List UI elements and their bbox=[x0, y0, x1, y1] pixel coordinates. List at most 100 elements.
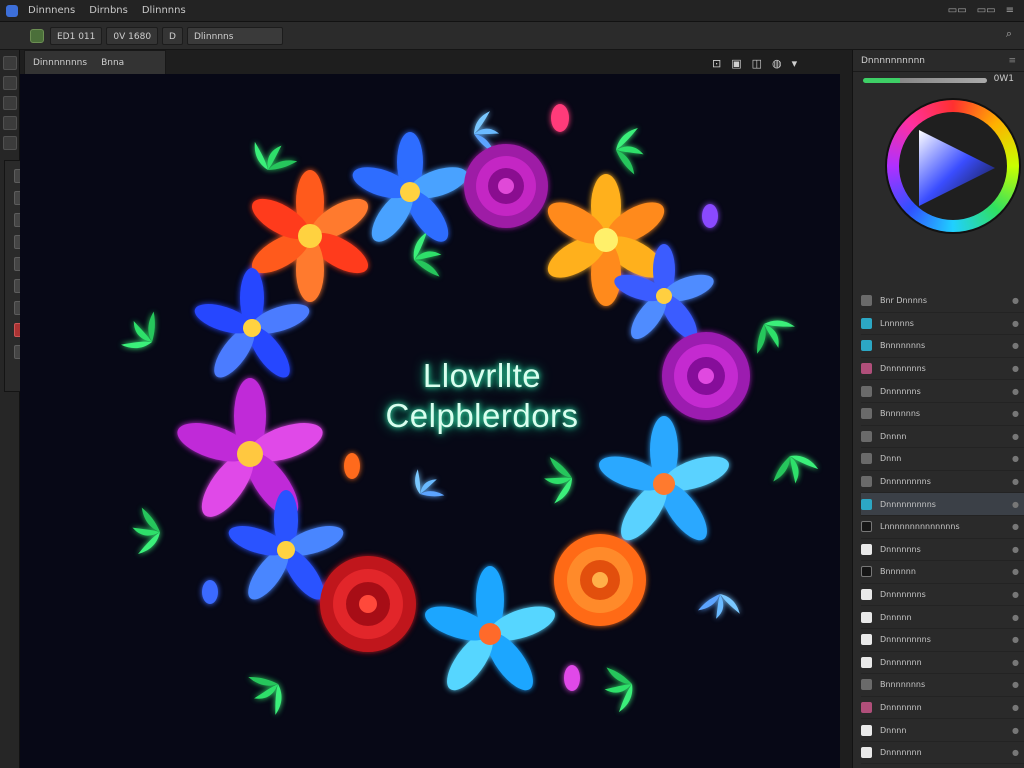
window-control-2[interactable]: ▭▭ bbox=[977, 5, 996, 16]
layer-name: Dnnnn bbox=[880, 725, 907, 735]
current-tool-icon[interactable] bbox=[30, 28, 44, 43]
crop-tool-icon[interactable] bbox=[3, 116, 17, 130]
visibility-eye-icon[interactable]: ● bbox=[1012, 545, 1019, 554]
visibility-eye-icon[interactable]: ● bbox=[1012, 387, 1019, 396]
visibility-eye-icon[interactable]: ● bbox=[1012, 409, 1019, 418]
layer-row[interactable]: Bnnnnnn ● bbox=[861, 561, 1024, 584]
visibility-eye-icon[interactable]: ● bbox=[1012, 726, 1019, 735]
layer-row[interactable]: Bnnnnnnns ● bbox=[861, 674, 1024, 697]
color-wheel[interactable] bbox=[887, 100, 1019, 232]
visibility-eye-icon[interactable]: ● bbox=[1012, 522, 1019, 531]
visibility-eye-icon[interactable]: ● bbox=[1012, 454, 1019, 463]
layer-name: Bnnnnnnns bbox=[880, 341, 926, 351]
rose-orange-bottom bbox=[554, 534, 646, 626]
app-logo-icon[interactable] bbox=[6, 4, 18, 17]
opacity-value[interactable]: 0W1 bbox=[994, 74, 1014, 84]
layer-row[interactable]: Bnr Dnnnns ● bbox=[861, 290, 1024, 313]
visibility-eye-icon[interactable]: ● bbox=[1012, 319, 1019, 328]
window-control-1[interactable]: ▭▭ bbox=[948, 5, 967, 16]
layer-row[interactable]: Bnnnnnnns ● bbox=[861, 335, 1024, 358]
option-dropdown[interactable]: Dlinnnns bbox=[186, 26, 283, 45]
layer-row[interactable]: Dnnnnnns ● bbox=[861, 380, 1024, 403]
artwork-canvas[interactable]: Llovrllte Celpblerdors bbox=[20, 74, 840, 768]
layer-thumbnail bbox=[861, 453, 872, 465]
artwork-title-line-1: Llovrllte bbox=[422, 357, 542, 394]
document-tab[interactable]: Dinnnnnnns Bnna bbox=[24, 50, 166, 74]
layer-row[interactable]: Dnnnnnnn ● bbox=[861, 652, 1024, 675]
panel-header: Dnnnnnnnnnn ≡ bbox=[853, 50, 1024, 72]
lasso-tool-icon[interactable] bbox=[3, 96, 17, 110]
menu-item-1[interactable]: Dinnnens bbox=[28, 5, 75, 16]
layer-thumbnail bbox=[861, 408, 872, 420]
options-bar: ED1 011 0V 1680 D Dlinnnns ⌕ bbox=[0, 22, 1024, 50]
layer-row[interactable]: Dnnnnnns ● bbox=[861, 539, 1024, 562]
visibility-eye-icon[interactable]: ● bbox=[1012, 658, 1019, 667]
visibility-eye-icon[interactable]: ● bbox=[1012, 364, 1019, 373]
layer-thumbnail bbox=[861, 701, 872, 713]
visibility-eye-icon[interactable]: ● bbox=[1012, 296, 1019, 305]
layer-row[interactable]: Lnnnnnnnnnnnnnns ● bbox=[861, 516, 1024, 539]
globe-icon[interactable]: ◍ bbox=[772, 57, 782, 70]
layer-name: Bnnnnnns bbox=[880, 409, 921, 419]
option-field-2[interactable]: 0V 1680 bbox=[106, 26, 159, 45]
layer-thumbnail bbox=[861, 317, 872, 329]
document-tab-size: Bnna bbox=[101, 57, 125, 68]
layer-row[interactable]: Dnnn ● bbox=[861, 448, 1024, 471]
layer-name: Dnnn bbox=[880, 454, 902, 464]
layer-row[interactable]: Dnnnn ● bbox=[861, 719, 1024, 742]
layer-thumbnail bbox=[861, 589, 872, 601]
layer-name: Dnnnnn bbox=[880, 612, 912, 622]
layer-row[interactable]: Dnnnn ● bbox=[861, 426, 1024, 449]
layer-row[interactable]: Dnnnnnnnnns ● bbox=[861, 493, 1024, 516]
eyedropper-tool-icon[interactable] bbox=[3, 136, 17, 150]
layer-row[interactable]: Dnnnnn ● bbox=[861, 606, 1024, 629]
layer-row[interactable]: Dnnnnnnn ● bbox=[861, 697, 1024, 720]
layer-name: Dnnnnnnnns bbox=[880, 477, 931, 487]
select-tool-icon[interactable] bbox=[3, 76, 17, 90]
visibility-eye-icon[interactable]: ● bbox=[1012, 341, 1019, 350]
fit-icon[interactable]: ⊡ bbox=[712, 57, 721, 70]
visibility-eye-icon[interactable]: ● bbox=[1012, 432, 1019, 441]
panel-menu-icon[interactable]: ≡ bbox=[1008, 56, 1016, 66]
search-icon[interactable]: ⌕ bbox=[1006, 27, 1012, 41]
layer-row[interactable]: Dnnnnnnns ● bbox=[861, 584, 1024, 607]
layer-row[interactable]: Bnnnnnns ● bbox=[861, 403, 1024, 426]
camera-icon[interactable]: ◫ bbox=[752, 57, 762, 70]
visibility-eye-icon[interactable]: ● bbox=[1012, 703, 1019, 712]
layer-row[interactable]: Lnnnnns ● bbox=[861, 313, 1024, 336]
menu-item-3[interactable]: Dlinnnns bbox=[142, 5, 186, 16]
visibility-eye-icon[interactable]: ● bbox=[1012, 680, 1019, 689]
layer-row[interactable]: Dnnnnnnnns ● bbox=[861, 629, 1024, 652]
layer-thumbnail bbox=[861, 385, 872, 397]
layer-thumbnail bbox=[861, 295, 872, 307]
layer-thumbnail bbox=[861, 521, 872, 533]
layer-thumbnail bbox=[861, 747, 872, 759]
menu-item-2[interactable]: Dirnbns bbox=[89, 5, 128, 16]
visibility-eye-icon[interactable]: ● bbox=[1012, 613, 1019, 622]
frame-icon[interactable]: ▣ bbox=[731, 57, 741, 70]
layer-row[interactable]: Dnnnnnnn ● bbox=[861, 742, 1024, 765]
layer-name: Dnnnnnnn bbox=[880, 657, 922, 667]
option-field-3[interactable]: D bbox=[162, 26, 183, 45]
color-triangle[interactable] bbox=[899, 112, 1007, 220]
artwork-title: Llovrllte Celpblerdors bbox=[332, 356, 632, 436]
window-control-3[interactable]: ≡ bbox=[1006, 5, 1014, 16]
lock-icon[interactable]: ▾ bbox=[792, 57, 798, 70]
layer-row[interactable]: Dnnnnnnnns ● bbox=[861, 471, 1024, 494]
opacity-slider[interactable] bbox=[863, 78, 987, 83]
layer-thumbnail bbox=[861, 498, 872, 510]
visibility-eye-icon[interactable]: ● bbox=[1012, 635, 1019, 644]
rose-magenta-right bbox=[662, 332, 750, 420]
option-field-1[interactable]: ED1 011 bbox=[50, 26, 103, 45]
layers-list: Bnr Dnnnns ● Lnnnnns ● Bnnnnnnns ● Dnnnnnnns ● D… bbox=[861, 290, 1024, 768]
visibility-eye-icon[interactable]: ● bbox=[1012, 477, 1019, 486]
layer-row[interactable]: Dnnnnnnns ● bbox=[861, 358, 1024, 381]
visibility-eye-icon[interactable]: ● bbox=[1012, 567, 1019, 576]
layer-thumbnail bbox=[861, 476, 872, 488]
visibility-eye-icon[interactable]: ● bbox=[1012, 500, 1019, 509]
layer-row[interactable]: Dnnnnnnnn● bbox=[861, 764, 1024, 768]
move-tool-icon[interactable] bbox=[3, 56, 17, 70]
visibility-eye-icon[interactable]: ● bbox=[1012, 748, 1019, 757]
layer-name: Dnnnn bbox=[880, 431, 907, 441]
visibility-eye-icon[interactable]: ● bbox=[1012, 590, 1019, 599]
